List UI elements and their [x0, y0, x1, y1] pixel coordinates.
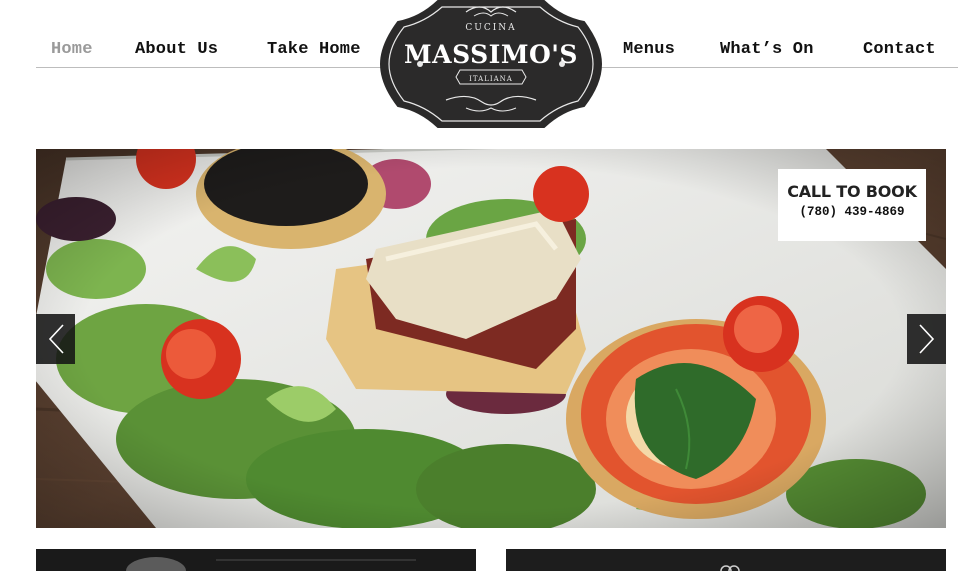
chevron-right-icon — [918, 324, 934, 354]
hero-slider[interactable]: CALL TO BOOK (780) 439-4869 — [36, 149, 946, 528]
nav-contact[interactable]: Contact — [863, 40, 936, 59]
nav-home[interactable]: Home — [51, 40, 93, 59]
nav-whats-on[interactable]: What’s On — [720, 40, 814, 59]
nav-take-home[interactable]: Take Home — [267, 40, 361, 59]
logo-top-text: CUCINA — [465, 23, 516, 33]
slider-prev-button[interactable] — [36, 314, 75, 364]
call-to-book-title: CALL TO BOOK — [787, 182, 917, 201]
chevron-left-icon — [48, 324, 64, 354]
logo-bottom-text: ITALIANA — [469, 75, 513, 83]
logo[interactable]: CUCINA MASSIMO'S ITALIANA — [379, 0, 603, 130]
slider-next-button[interactable] — [907, 314, 946, 364]
call-to-book-box[interactable]: CALL TO BOOK (780) 439-4869 — [778, 169, 926, 241]
logo-name: MASSIMO'S — [404, 40, 578, 69]
phone-number[interactable]: (780) 439-4869 — [778, 205, 926, 219]
feature-tile-right-image — [506, 549, 946, 571]
feature-tile-left[interactable] — [36, 549, 476, 571]
feature-tile-left-image — [36, 549, 476, 571]
nav-about-us[interactable]: About Us — [135, 40, 218, 59]
feature-tile-right[interactable] — [506, 549, 946, 571]
nav-menus[interactable]: Menus — [623, 40, 675, 59]
